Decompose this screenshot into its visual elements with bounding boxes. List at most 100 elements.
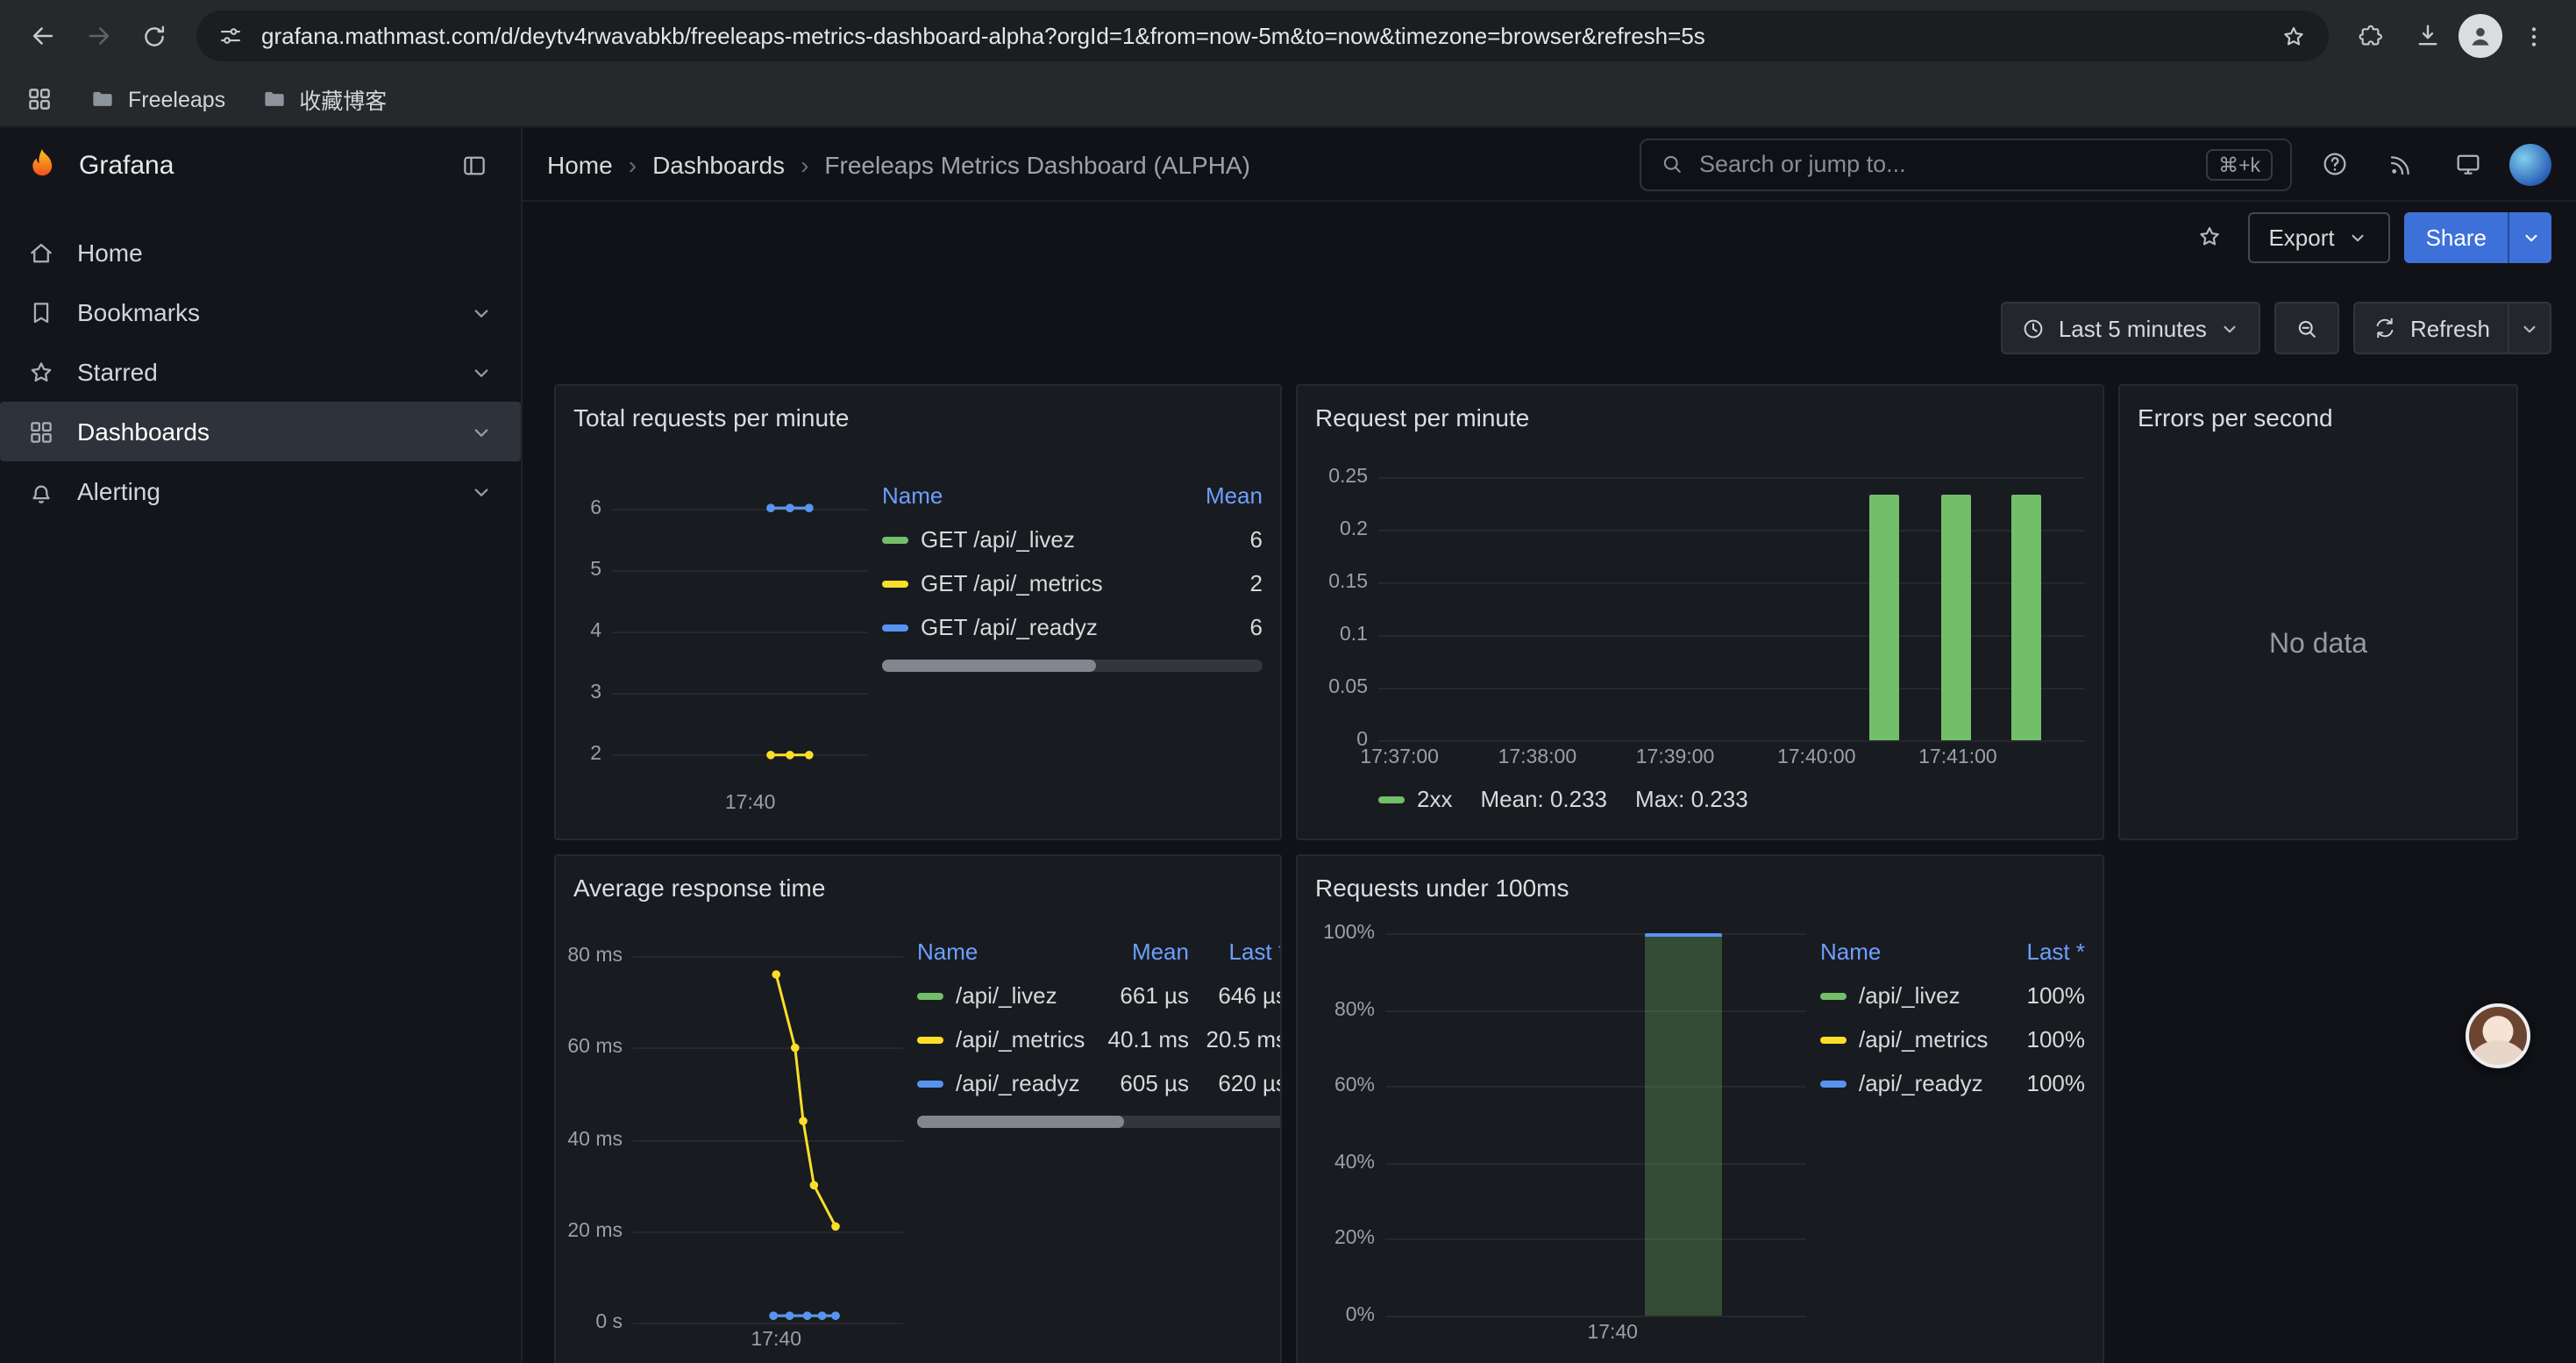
legend-header-name[interactable]: Name — [917, 938, 1091, 965]
time-range-label: Last 5 minutes — [2059, 315, 2207, 341]
share-button[interactable]: Share — [2405, 211, 2508, 262]
legend-scrollbar[interactable] — [917, 1116, 1282, 1128]
legend-name[interactable]: /api/_livez — [1859, 982, 1960, 1009]
chart-plot[interactable] — [1385, 933, 1806, 1316]
download-button[interactable] — [2402, 11, 2451, 61]
extensions-puzzle-icon — [2357, 22, 2385, 50]
breadcrumb-home[interactable]: Home — [547, 150, 613, 178]
breadcrumb-separator: › — [629, 150, 637, 178]
panel-total-requests: Total requests per minute 65432 17:40 — [554, 384, 1282, 840]
legend-name[interactable]: GET /api/_metrics — [921, 570, 1103, 596]
panel-title[interactable]: Errors per second — [2138, 396, 2499, 439]
url-text[interactable]: grafana.mathmast.com/d/deytv4rwavabkb/fr… — [261, 23, 2262, 49]
chart-plot[interactable] — [1378, 477, 2085, 740]
bookmark-item-blogs[interactable]: 收藏博客 — [260, 82, 387, 116]
chart-plot[interactable] — [612, 477, 868, 786]
legend-header-name[interactable]: Name — [882, 482, 1185, 509]
legend-color-chip — [1378, 796, 1405, 803]
zoom-out-icon — [2295, 315, 2321, 341]
bookmark-item-freeleaps[interactable]: Freeleaps — [89, 86, 225, 112]
legend-name[interactable]: GET /api/_livez — [921, 526, 1075, 553]
legend-name[interactable]: /api/_metrics — [956, 1026, 1085, 1053]
sidebar-item-home[interactable]: Home — [0, 223, 521, 282]
reload-icon — [140, 22, 168, 50]
legend-max: Max: 0.233 — [1635, 786, 1748, 812]
search-input[interactable] — [1699, 151, 2192, 177]
refresh-interval-button[interactable] — [2508, 303, 2550, 353]
no-data-text: No data — [2138, 439, 2499, 828]
legend-header-name[interactable]: Name — [1820, 938, 2008, 965]
reload-button[interactable] — [130, 11, 179, 61]
panel-title[interactable]: Request per minute — [1315, 396, 2085, 439]
grafana-logo[interactable] — [23, 146, 61, 184]
chevron-down-icon[interactable] — [468, 299, 495, 325]
back-button[interactable] — [18, 11, 67, 61]
panel-title[interactable]: Average response time — [573, 867, 1263, 909]
site-settings-icon[interactable] — [217, 23, 244, 49]
chevron-down-icon[interactable] — [468, 478, 495, 504]
time-range-button[interactable]: Last 5 minutes — [2001, 302, 2261, 354]
bookmark-star-icon[interactable] — [2280, 22, 2308, 50]
search-box[interactable]: ⌘+k — [1640, 138, 2292, 190]
breadcrumb-dashboards[interactable]: Dashboards — [652, 150, 785, 178]
profile-button[interactable] — [2459, 14, 2502, 58]
user-avatar[interactable] — [2509, 143, 2551, 185]
legend-name[interactable]: /api/_metrics — [1859, 1026, 1988, 1053]
sidebar-item-label: Dashboards — [77, 417, 210, 446]
panel-legend: Name Mean GET /api/_livez 6 GET /api/_me… — [882, 474, 1263, 828]
sidebar-item-bookmarks[interactable]: Bookmarks — [0, 282, 521, 342]
grafana-app: Grafana Home Bookmarks Starred — [0, 128, 2576, 1363]
sidebar-item-starred[interactable]: Starred — [0, 342, 521, 402]
y-axis-ticks: 80 ms60 ms40 ms20 ms0 s — [573, 933, 633, 1323]
panel-title[interactable]: Requests under 100ms — [1315, 867, 2085, 909]
x-axis-ticks: 17:40 — [1385, 1316, 1806, 1347]
news-button[interactable] — [2376, 139, 2425, 189]
panel-title[interactable]: Total requests per minute — [573, 396, 1263, 439]
kiosk-button[interactable] — [2443, 139, 2492, 189]
brand-title: Grafana — [79, 150, 431, 180]
legend-header-mean[interactable]: Mean — [1185, 482, 1263, 509]
legend-name[interactable]: /api/_livez — [956, 982, 1057, 1009]
export-button[interactable]: Export — [2247, 211, 2390, 262]
sidebar-item-alerting[interactable]: Alerting — [0, 461, 521, 521]
legend-color-chip — [1820, 1080, 1847, 1087]
legend-name[interactable]: GET /api/_readyz — [921, 614, 1098, 640]
legend-name[interactable]: /api/_readyz — [1859, 1070, 1983, 1096]
star-icon — [2195, 223, 2223, 251]
share-label: Share — [2426, 224, 2487, 250]
apps-grid-icon[interactable] — [25, 84, 54, 114]
menu-button[interactable] — [2509, 11, 2558, 61]
legend-name[interactable]: 2xx — [1417, 786, 1452, 812]
x-axis-ticks: 17:40 — [633, 1323, 903, 1354]
chevron-down-icon — [2219, 317, 2242, 339]
panel-legend: Name Last * /api/_livez 100% /api/_metri… — [1820, 930, 2085, 1363]
legend-scrollbar-thumb[interactable] — [882, 660, 1095, 672]
chevron-down-icon[interactable] — [468, 359, 495, 385]
chart-plot[interactable] — [633, 933, 903, 1323]
legend-row: /api/_metrics 40.1 ms 20.5 ms — [917, 1017, 1282, 1061]
legend-value: 620 µs — [1189, 1070, 1282, 1096]
panel-requests-under-100ms: Requests under 100ms 100%80%60%40%20%0% … — [1296, 854, 2104, 1363]
browser-toolbar: grafana.mathmast.com/d/deytv4rwavabkb/fr… — [0, 0, 2576, 72]
assistant-avatar[interactable] — [2466, 1003, 2530, 1068]
sidebar-collapse-button[interactable] — [449, 140, 498, 189]
favorite-star-button[interactable] — [2184, 212, 2233, 261]
share-chevron-button[interactable] — [2508, 211, 2551, 262]
legend-name[interactable]: /api/_readyz — [956, 1070, 1080, 1096]
legend-header-last[interactable]: Last * — [2008, 938, 2085, 965]
omnibox[interactable]: grafana.mathmast.com/d/deytv4rwavabkb/fr… — [196, 11, 2329, 61]
legend-scrollbar[interactable] — [882, 660, 1263, 672]
search-icon — [1659, 151, 1685, 177]
legend-header-mean[interactable]: Mean — [1091, 938, 1189, 965]
sidebar-item-label: Bookmarks — [77, 298, 200, 326]
extensions-button[interactable] — [2346, 11, 2395, 61]
sidebar-item-dashboards[interactable]: Dashboards — [0, 402, 521, 461]
chevron-down-icon[interactable] — [468, 418, 495, 445]
zoom-out-button[interactable] — [2275, 302, 2340, 354]
legend-header-last[interactable]: Last * — [1189, 938, 1282, 965]
refresh-button[interactable]: Refresh — [2356, 303, 2508, 353]
forward-button[interactable] — [74, 11, 123, 61]
dashboard-actions-row: Export Share — [523, 205, 2576, 268]
help-button[interactable] — [2309, 139, 2359, 189]
legend-scrollbar-thumb[interactable] — [917, 1116, 1124, 1128]
